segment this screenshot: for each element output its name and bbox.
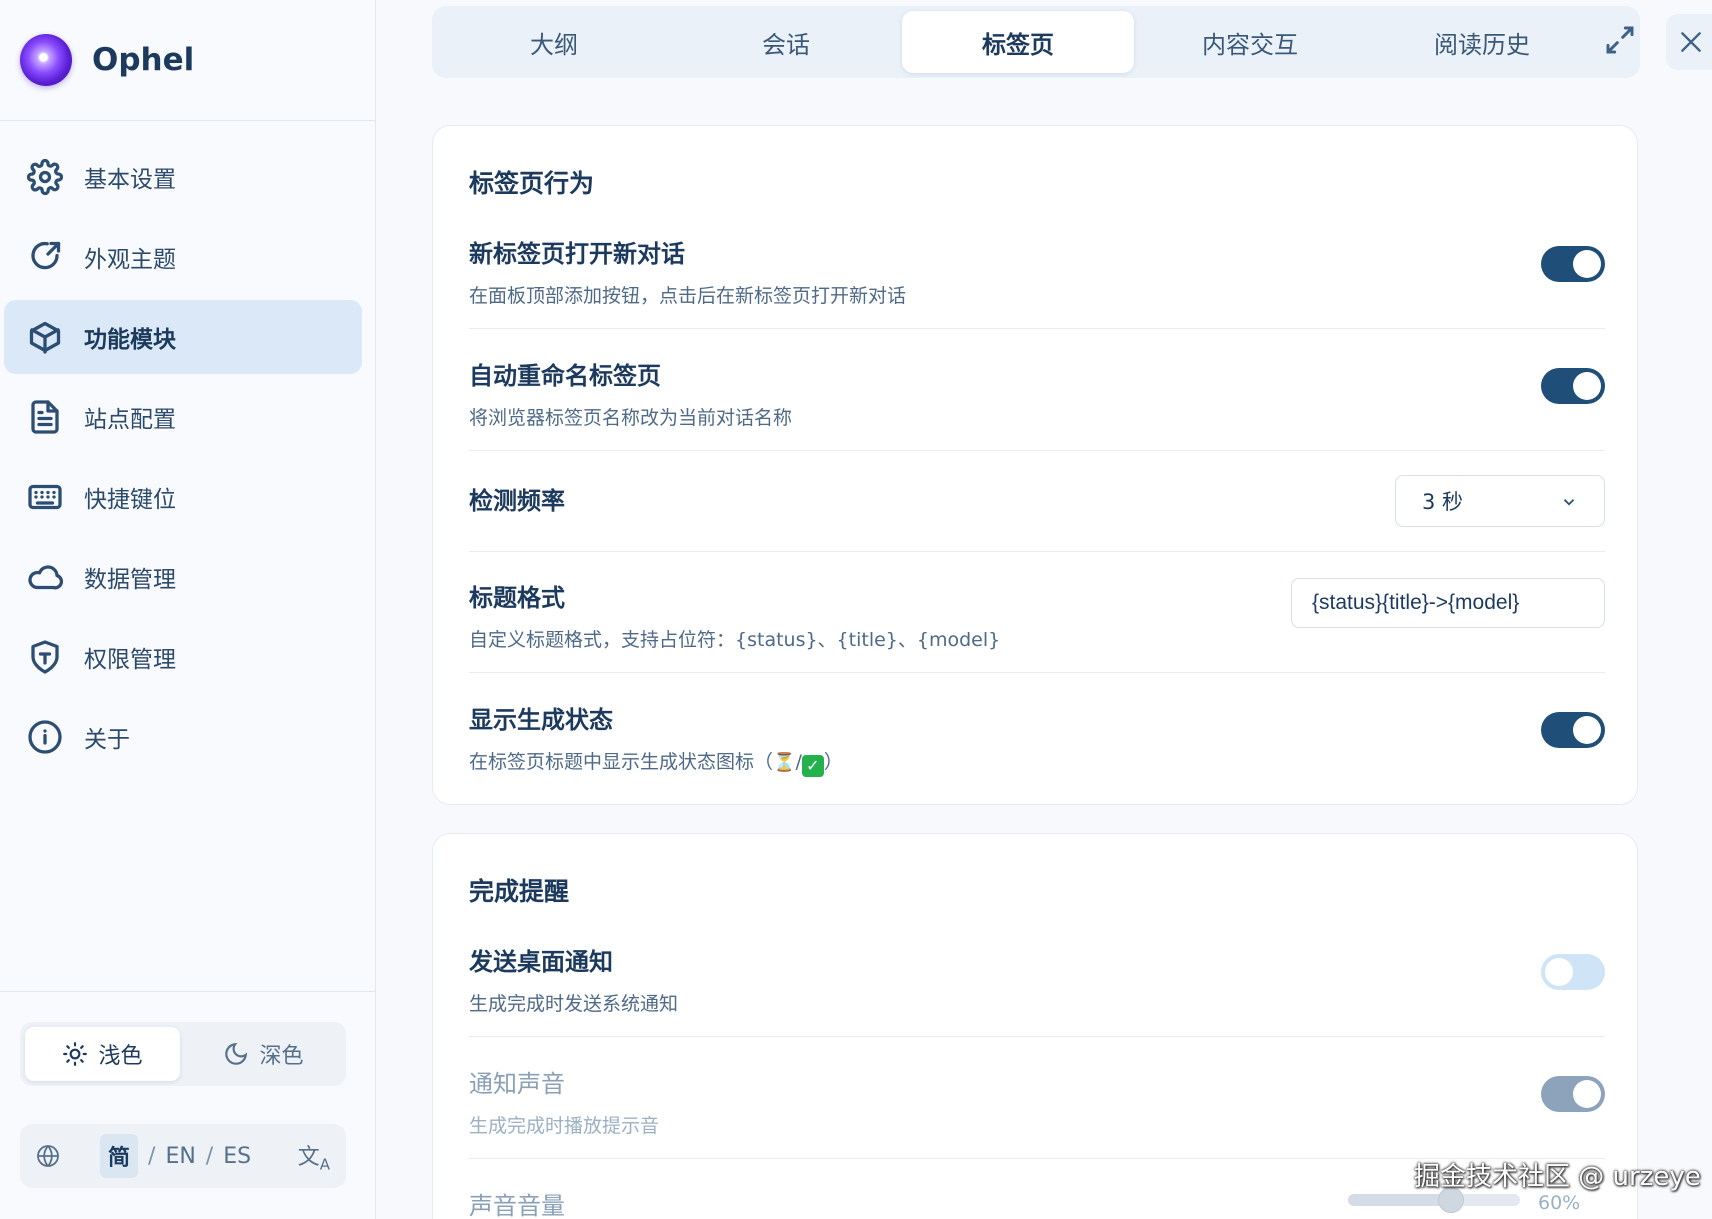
brand-name: Ophel	[92, 42, 195, 78]
frequency-select[interactable]: 3 秒	[1395, 475, 1605, 527]
row-divider	[469, 328, 1605, 329]
sidebar-item-label: 站点配置	[84, 407, 176, 433]
chevron-down-icon	[1560, 492, 1578, 510]
setting-show-status: 显示生成状态 在标签页标题中显示生成状态图标（⏳/✓）	[469, 700, 1605, 777]
sidebar: Ophel 基本设置 外观主题 功能模块 站点配置 快捷键位 数据管理 权限管理…	[0, 0, 376, 1219]
sidebar-item-label: 关于	[84, 727, 130, 753]
title-format-input[interactable]	[1291, 578, 1605, 628]
setting-desc: 在标签页标题中显示生成状态图标（⏳/✓）	[469, 747, 1605, 777]
sidebar-item-label: 功能模块	[84, 327, 176, 353]
new-tab-toggle[interactable]	[1541, 246, 1605, 282]
tab-outline[interactable]: 大纲	[438, 11, 670, 73]
translate-icon[interactable]: 文A	[298, 1139, 330, 1173]
setting-sound: 通知声音 生成完成时播放提示音	[469, 1064, 1605, 1138]
sidebar-item-site-config[interactable]: 站点配置	[4, 380, 362, 454]
sidebar-divider	[0, 991, 376, 992]
tab-bar: 大纲 会话 标签页 内容交互 阅读历史	[432, 6, 1640, 78]
row-divider	[469, 672, 1605, 673]
volume-value: 60%	[1538, 1192, 1581, 1214]
moon-icon	[225, 1042, 248, 1065]
sidebar-item-basic-settings[interactable]: 基本设置	[4, 140, 362, 214]
setting-desktop-notify: 发送桌面通知 生成完成时发送系统通知	[469, 942, 1605, 1016]
sidebar-item-appearance[interactable]: 外观主题	[4, 220, 362, 294]
sidebar-item-about[interactable]: 关于	[4, 700, 362, 774]
gear-icon	[26, 158, 64, 196]
show-status-toggle[interactable]	[1541, 712, 1605, 748]
sidebar-item-label: 数据管理	[84, 567, 176, 593]
sidebar-item-shortcuts[interactable]: 快捷键位	[4, 460, 362, 534]
sun-icon	[63, 1042, 88, 1066]
sidebar-item-feature-modules[interactable]: 功能模块	[4, 300, 362, 374]
setting-title: 通知声音	[469, 1070, 565, 1098]
tab-content-interaction[interactable]: 内容交互	[1134, 11, 1366, 73]
setting-frequency: 检测频率 3 秒	[469, 474, 1605, 528]
frequency-value: 3 秒	[1422, 490, 1464, 514]
setting-title-format: 标题格式 自定义标题格式，支持占位符：{status}、{title}、{mod…	[469, 578, 1605, 652]
sidebar-item-data-management[interactable]: 数据管理	[4, 540, 362, 614]
sidebar-item-label: 快捷键位	[84, 487, 176, 513]
sidebar-item-label: 权限管理	[84, 647, 176, 673]
theme-switch: 浅色 深色	[20, 1022, 346, 1086]
slash-text: /	[795, 751, 802, 773]
lang-en-button[interactable]: EN	[165, 1144, 195, 1169]
info-icon	[26, 718, 64, 756]
auto-rename-toggle[interactable]	[1541, 368, 1605, 404]
setting-title: 新标签页打开新对话	[469, 240, 685, 268]
shield-icon	[26, 638, 64, 676]
hourglass-icon: ⏳	[773, 752, 796, 773]
desktop-notify-toggle[interactable]	[1541, 954, 1605, 990]
setting-desc: 将浏览器标签页名称改为当前对话名称	[469, 407, 793, 429]
tab-conversations[interactable]: 会话	[670, 11, 902, 73]
close-icon	[1678, 29, 1704, 55]
lang-es-button[interactable]: ES	[223, 1144, 251, 1169]
setting-new-tab: 新标签页打开新对话 在面板顶部添加按钮，点击后在新标签页打开新对话	[469, 234, 1605, 308]
theme-light-button[interactable]: 浅色	[25, 1027, 180, 1081]
tab-tabs[interactable]: 标签页	[902, 11, 1134, 73]
sidebar-item-permissions[interactable]: 权限管理	[4, 620, 362, 694]
setting-auto-rename: 自动重命名标签页 将浏览器标签页名称改为当前对话名称	[469, 356, 1605, 430]
tab-reading-history[interactable]: 阅读历史	[1366, 11, 1598, 73]
setting-desc: 生成完成时发送系统通知	[469, 993, 679, 1015]
brand-header: Ophel	[0, 0, 376, 121]
lang-separator: /	[205, 1143, 214, 1169]
sidebar-item-label: 外观主题	[84, 247, 176, 273]
setting-desc-text: 在标签页标题中显示生成状态图标（	[469, 751, 774, 773]
volume-slider[interactable]	[1348, 1187, 1520, 1213]
keyboard-icon	[26, 478, 64, 516]
watermark: 掘金技术社区 @ urzeye	[1414, 1162, 1701, 1192]
setting-title: 发送桌面通知	[469, 948, 613, 976]
section-title: 标签页行为	[469, 169, 595, 198]
language-switch: 简 / EN / ES 文A	[20, 1124, 346, 1188]
lang-zh-button[interactable]: 简	[100, 1134, 139, 1178]
setting-desc: 自定义标题格式，支持占位符：{status}、{title}、{model}	[469, 629, 1001, 651]
settings-app: Ophel 基本设置 外观主题 功能模块 站点配置 快捷键位 数据管理 权限管理…	[0, 0, 1712, 1219]
setting-title: 显示生成状态	[469, 706, 613, 734]
lang-separator: /	[148, 1143, 156, 1169]
sidebar-nav: 基本设置 外观主题 功能模块 站点配置 快捷键位 数据管理 权限管理 关于	[4, 140, 362, 780]
expand-icon[interactable]	[1604, 24, 1636, 56]
ophel-logo-icon	[20, 34, 72, 86]
theme-dark-label: 深色	[259, 1044, 304, 1069]
cloud-icon	[26, 558, 64, 596]
sound-toggle[interactable]	[1541, 1076, 1605, 1112]
row-divider	[469, 450, 1605, 451]
document-icon	[26, 398, 64, 436]
theme-icon	[26, 238, 64, 276]
row-divider	[469, 551, 1605, 552]
setting-desc: 生成完成时播放提示音	[469, 1115, 660, 1137]
close-button[interactable]	[1666, 14, 1712, 70]
theme-dark-button[interactable]: 深色	[186, 1027, 341, 1081]
cube-icon	[26, 318, 64, 356]
tab-behavior-card: 标签页行为 新标签页打开新对话 在面板顶部添加按钮，点击后在新标签页打开新对话 …	[432, 125, 1638, 805]
checkmark-icon: ✓	[801, 755, 824, 777]
setting-desc: 在面板顶部添加按钮，点击后在新标签页打开新对话	[469, 285, 907, 307]
theme-light-label: 浅色	[98, 1044, 143, 1069]
volume-slider-fill	[1348, 1194, 1452, 1206]
setting-title: 自动重命名标签页	[469, 362, 661, 390]
sidebar-item-label: 基本设置	[84, 167, 176, 193]
section-title: 完成提醒	[469, 877, 570, 906]
globe-icon	[37, 1145, 59, 1167]
row-divider	[469, 1036, 1605, 1037]
setting-desc-suffix: ）	[823, 751, 843, 773]
